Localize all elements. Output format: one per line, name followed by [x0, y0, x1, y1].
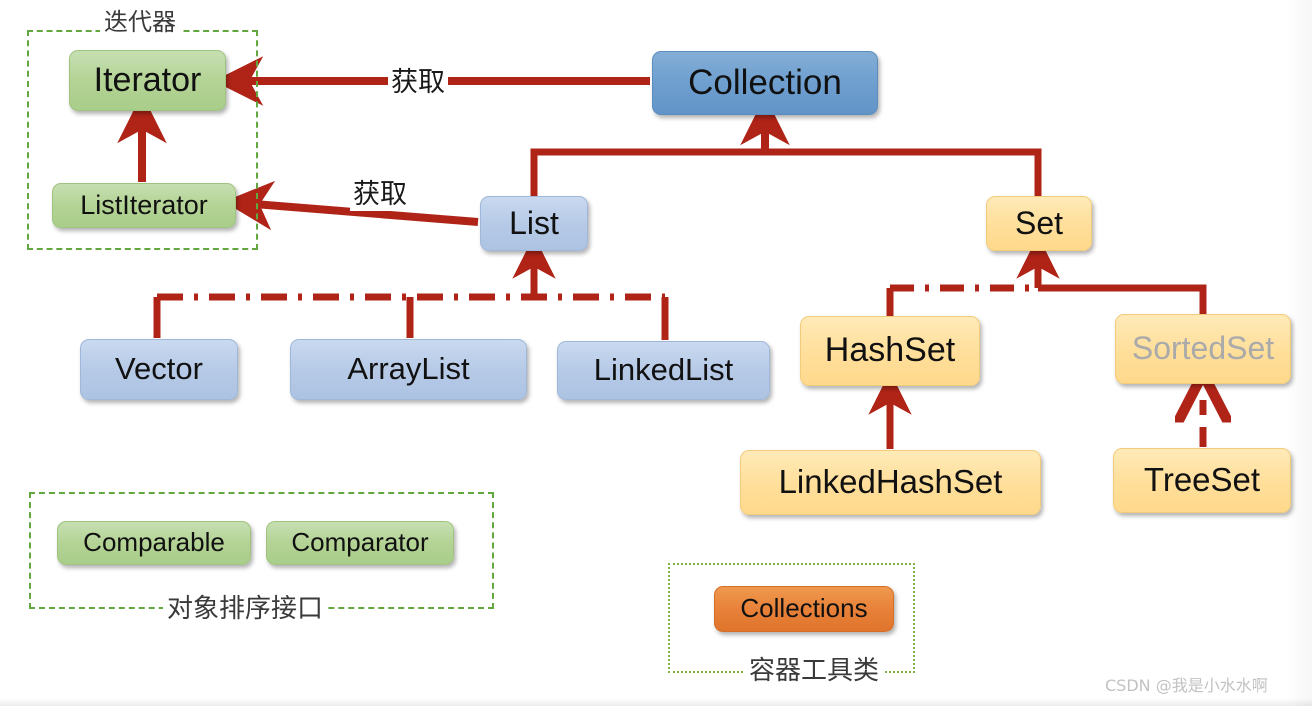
- node-linkedlist[interactable]: LinkedList: [557, 341, 770, 400]
- node-treeset[interactable]: TreeSet: [1113, 448, 1291, 513]
- edge-label-list-listiterator: 获取: [350, 172, 410, 211]
- node-comparator[interactable]: Comparator: [266, 521, 454, 565]
- node-sortedset[interactable]: SortedSet: [1115, 314, 1291, 384]
- group-caption-iterator: 迭代器: [100, 2, 180, 37]
- node-hashset[interactable]: HashSet: [800, 316, 980, 386]
- node-set[interactable]: Set: [986, 196, 1092, 251]
- node-collections[interactable]: Collections: [714, 586, 894, 632]
- node-linkedhashset[interactable]: LinkedHashSet: [740, 450, 1041, 515]
- edge-label-collection-iterator: 获取: [388, 60, 448, 99]
- node-list[interactable]: List: [480, 196, 588, 251]
- node-listiterator[interactable]: ListIterator: [52, 183, 236, 228]
- node-arraylist[interactable]: ArrayList: [290, 339, 527, 400]
- diagram-canvas: 迭代器 对象排序接口 容器工具类 Iterator ListIterator C…: [0, 0, 1312, 706]
- node-iterator[interactable]: Iterator: [69, 50, 226, 111]
- edge-collection-bus: [530, 148, 1042, 196]
- group-caption-utility: 容器工具类: [745, 650, 884, 687]
- edge-sortedset-bus: [1038, 284, 1207, 314]
- group-caption-sorting: 对象排序接口: [163, 588, 328, 625]
- node-comparable[interactable]: Comparable: [57, 521, 251, 565]
- node-vector[interactable]: Vector: [80, 339, 238, 400]
- watermark-text: CSDN @我是小水水啊: [1105, 676, 1268, 695]
- node-collection[interactable]: Collection: [652, 51, 878, 115]
